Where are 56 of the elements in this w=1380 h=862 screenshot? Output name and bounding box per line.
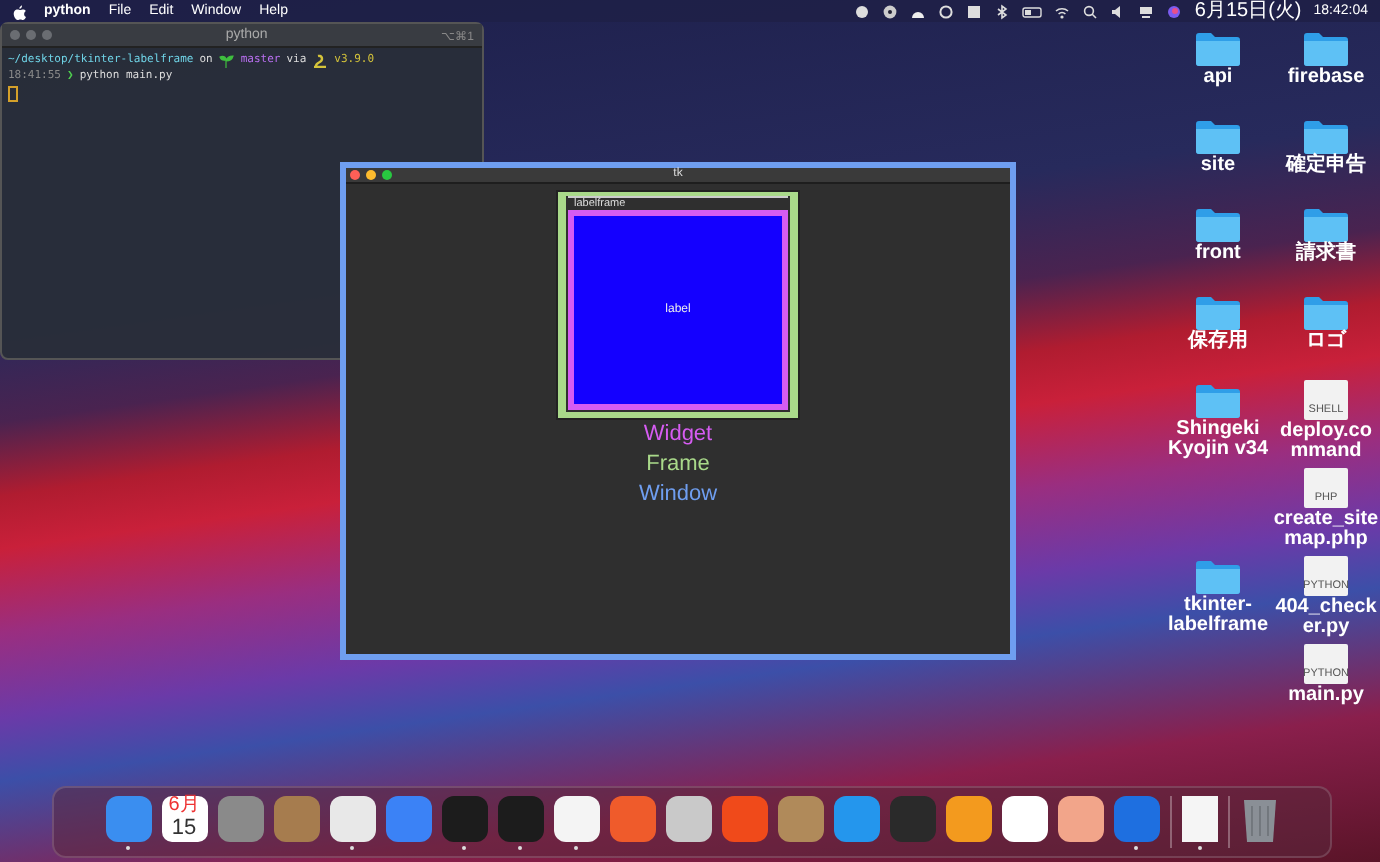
folder-icon <box>1196 32 1240 66</box>
folder-icon <box>1196 208 1240 242</box>
folder-icon <box>1304 208 1348 242</box>
folder-icon <box>1196 560 1240 594</box>
desktop-icon-label[interactable]: firebase <box>1287 68 1365 88</box>
desktop-icon-label[interactable]: api <box>1203 68 1233 88</box>
wifi-icon <box>1054 3 1071 19</box>
folder-icon <box>1304 120 1348 154</box>
document-icon[interactable] <box>1181 795 1217 841</box>
desktop-icon-label[interactable]: main.py <box>1288 686 1364 706</box>
calendar-icon[interactable]: 6月 15 <box>161 795 207 841</box>
apple-logo-icon <box>12 3 26 19</box>
desktop-icon-label[interactable]: 保存用 <box>1188 332 1248 352</box>
bluetooth-icon <box>994 3 1011 19</box>
folder-icon <box>1196 384 1240 418</box>
desktop-icon-label[interactable]: tkinter-labelframe <box>1164 596 1272 636</box>
app-icon[interactable] <box>1001 795 1047 841</box>
trash-icon[interactable] <box>1239 795 1279 843</box>
frame-legend-text: Frame <box>646 450 710 480</box>
search-icon <box>1082 3 1099 19</box>
close-button[interactable] <box>10 30 20 40</box>
app-icon[interactable] <box>665 795 711 841</box>
desktop-icon-label[interactable]: 404_checker.py <box>1272 598 1380 638</box>
app-icon[interactable] <box>553 795 599 841</box>
desktop-icon-label[interactable]: Shingeki Kyojin v34 <box>1164 420 1272 460</box>
folder-icon <box>1304 32 1348 66</box>
app-icon[interactable] <box>329 795 375 841</box>
square-icon <box>966 3 983 19</box>
siri-icon <box>1166 3 1183 19</box>
minimize-button[interactable] <box>366 170 376 180</box>
text-cursor <box>8 86 18 102</box>
desktop-icon-label[interactable]: ロゴ <box>1306 332 1346 352</box>
zoom-button[interactable] <box>42 30 52 40</box>
display-icon <box>1138 3 1155 19</box>
folder-icon <box>1196 296 1240 330</box>
widget-legend-text: Widget <box>643 420 713 450</box>
desktop-icon-label[interactable]: deploy.command <box>1272 422 1380 462</box>
desktop-icon-label[interactable]: 請求書 <box>1296 244 1356 264</box>
calendar-month: 6月 <box>168 795 200 815</box>
disc-icon <box>882 3 899 19</box>
app-icon[interactable] <box>945 795 991 841</box>
folder-icon <box>1196 120 1240 154</box>
folder-icon <box>1304 296 1348 330</box>
battery-icon <box>1022 3 1043 19</box>
desktop-icon-label[interactable]: 確定申告 <box>1286 156 1366 176</box>
circle-icon <box>938 3 955 19</box>
calendar-day: 15 <box>171 815 197 839</box>
app-icon[interactable] <box>1057 795 1103 841</box>
menu-bar-date: 6月15日(火) <box>1194 0 1302 22</box>
desktop-icon-label[interactable]: site <box>1200 156 1236 176</box>
close-button[interactable] <box>350 170 360 180</box>
desktop-icon-label[interactable]: front <box>1195 244 1241 264</box>
zoom-button[interactable] <box>382 170 392 180</box>
desktop-icon-label[interactable]: create_sitemap.php <box>1272 510 1380 550</box>
sprout-icon <box>218 53 235 67</box>
window-legend-text: Window <box>638 480 718 510</box>
